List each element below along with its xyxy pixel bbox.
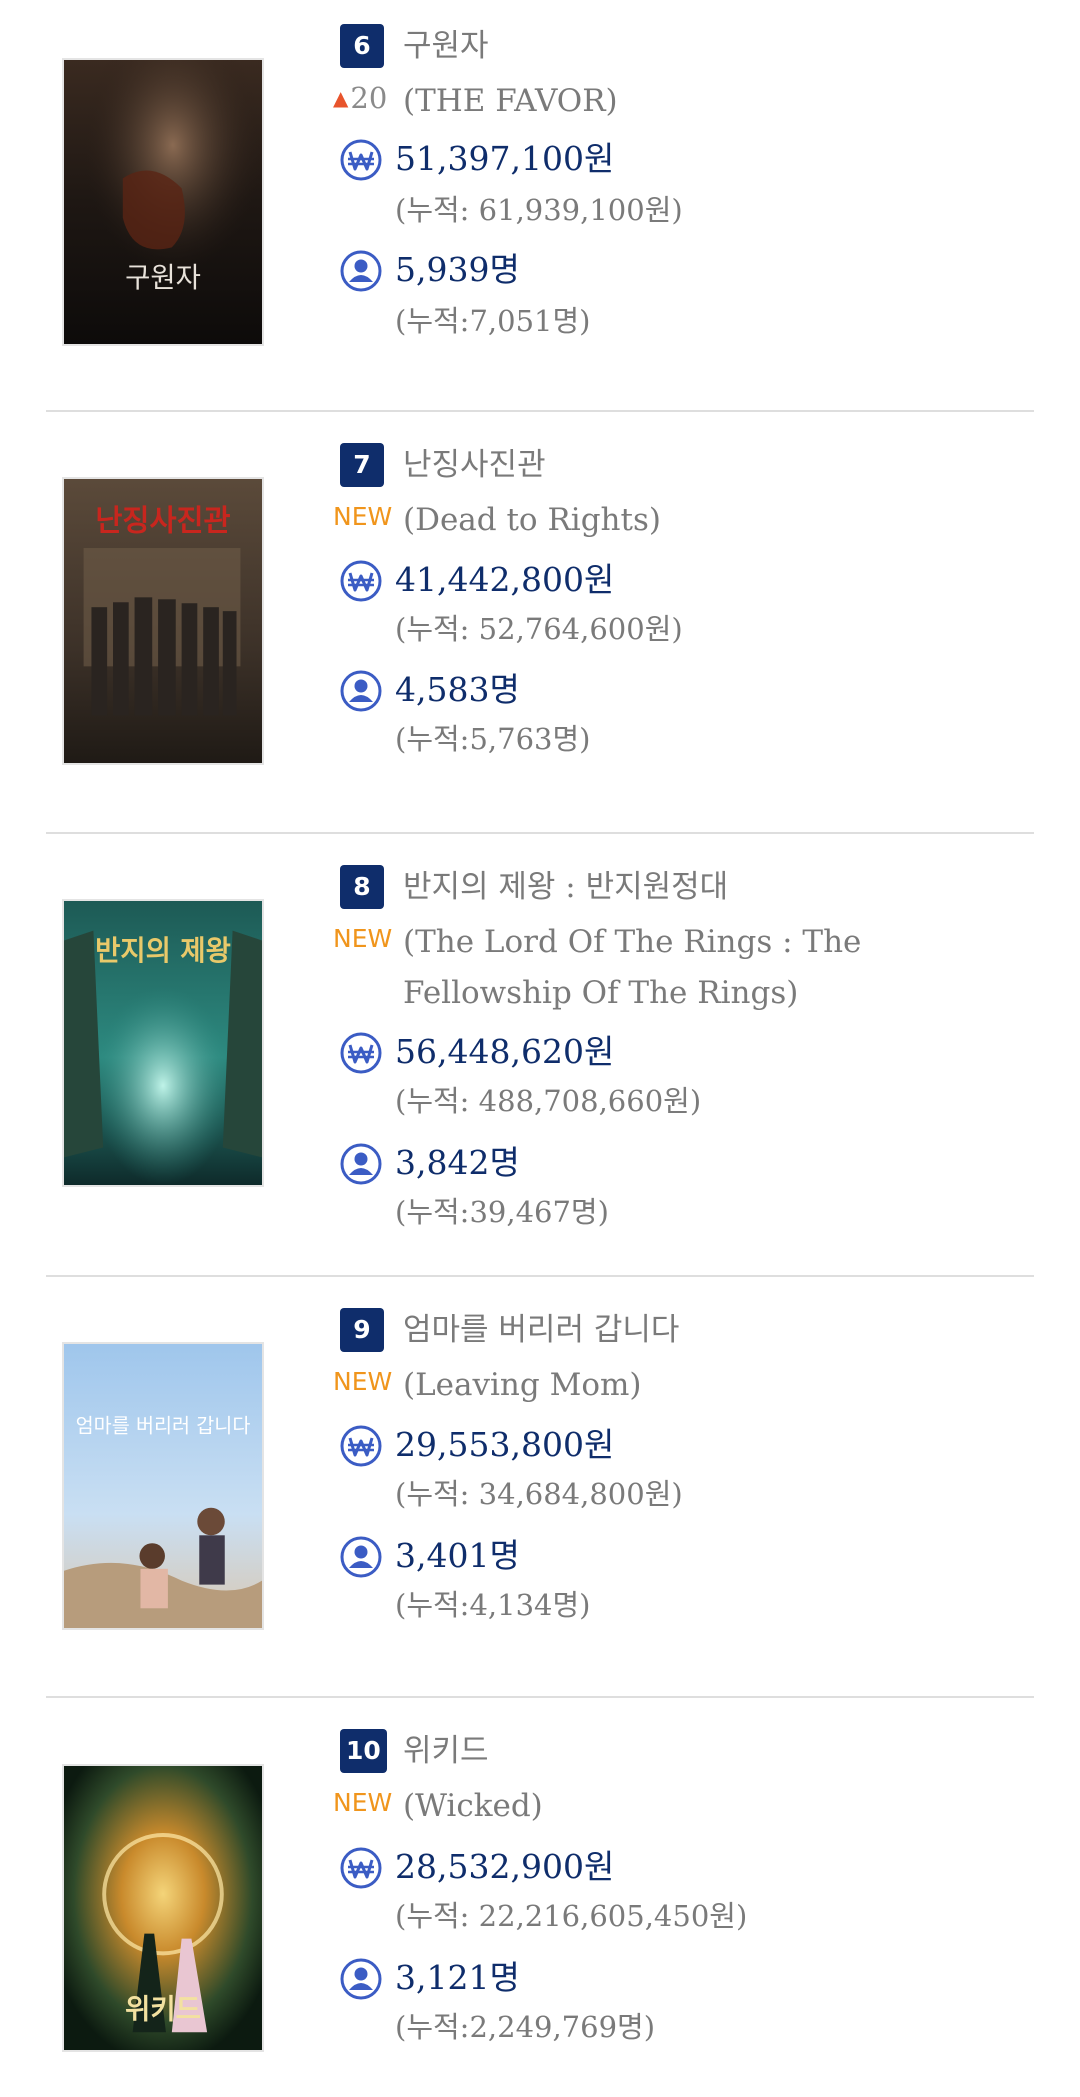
arrow-up-icon: ▲ [333, 86, 349, 110]
won-coin-icon [339, 1424, 383, 1468]
rank-badge: 7 [340, 443, 384, 487]
rank-badge: 9 [340, 1308, 384, 1352]
poster-title: 난징사진관 [95, 503, 230, 537]
poster-title: 위키드 [125, 1993, 201, 2025]
movie-title-english: (Leaving Mom) [403, 1367, 642, 1403]
daily-revenue: 28,532,900원 [395, 1847, 615, 1886]
cumulative-audience: (누적:2,249,769명) [395, 2010, 656, 2044]
movie-title-english: (Wicked) [403, 1788, 543, 1824]
new-badge: NEW [333, 924, 393, 953]
movie-title-korean[interactable]: 위키드 [403, 1729, 489, 1773]
won-coin-icon [339, 138, 383, 182]
person-icon [339, 1142, 383, 1186]
list-item[interactable]: 난징사진관 7 난징사진관 NEW (Dead to Rights) 41,44… [0, 420, 1080, 832]
new-badge: NEW [333, 1788, 393, 1817]
divider [46, 1275, 1034, 1277]
daily-audience: 5,939명 [395, 250, 520, 289]
rank-badge: 10 [340, 1729, 387, 1773]
movie-title-korean[interactable]: 엄마를 버리러 갑니다 [403, 1308, 679, 1352]
cumulative-revenue: (누적: 488,708,660원) [395, 1084, 702, 1118]
movie-title-english: (Dead to Rights) [403, 502, 661, 538]
won-coin-icon [339, 1031, 383, 1075]
new-badge: NEW [333, 1367, 393, 1396]
daily-revenue: 56,448,620원 [395, 1032, 615, 1071]
person-icon [339, 1535, 383, 1579]
daily-revenue: 51,397,100원 [395, 139, 615, 178]
cumulative-revenue: (누적: 22,216,605,450원) [395, 1899, 748, 1933]
person-icon [339, 1957, 383, 2001]
divider [46, 832, 1034, 834]
list-item[interactable]: 구원자 6 구원자 ▲20 (THE FAVOR) 51,397,100원 (누… [0, 0, 1080, 412]
list-item[interactable]: 엄마를 버리러 갑니다 9 엄마를 버리러 갑니다 NEW (Leaving M… [0, 1285, 1080, 1697]
rank-change: ▲20 [333, 81, 388, 115]
cumulative-revenue: (누적: 52,764,600원) [395, 612, 683, 646]
cumulative-audience: (누적:39,467명) [395, 1195, 609, 1229]
cumulative-revenue: (누적: 61,939,100원) [395, 193, 683, 227]
cumulative-audience: (누적:5,763명) [395, 722, 591, 756]
list-item[interactable]: 위키드 10 위키드 NEW (Wicked) 28,532,900원 (누적:… [0, 1706, 1080, 2097]
movie-title-korean[interactable]: 난징사진관 [403, 443, 546, 487]
movie-poster[interactable]: 구원자 [62, 58, 264, 346]
movie-title-korean[interactable]: 구원자 [403, 24, 489, 68]
cumulative-audience: (누적:7,051명) [395, 304, 591, 338]
daily-revenue: 29,553,800원 [395, 1425, 615, 1464]
movie-poster[interactable]: 엄마를 버리러 갑니다 [62, 1342, 264, 1630]
won-coin-icon [339, 1846, 383, 1890]
movie-poster[interactable]: 반지의 제왕 [62, 899, 264, 1187]
cumulative-revenue: (누적: 34,684,800원) [395, 1477, 683, 1511]
poster-title: 반지의 제왕 [95, 935, 231, 967]
movie-title-english: (THE FAVOR) [403, 83, 618, 119]
daily-audience: 4,583명 [395, 670, 520, 709]
movie-poster[interactable]: 위키드 [62, 1764, 264, 2052]
poster-title: 엄마를 버리러 갑니다 [76, 1415, 251, 1438]
poster-title: 구원자 [125, 262, 201, 294]
list-item[interactable]: 반지의 제왕 8 반지의 제왕 : 반지원정대 NEW (The Lord Of… [0, 842, 1080, 1274]
movie-poster[interactable]: 난징사진관 [62, 477, 264, 765]
movie-title-english: (The Lord Of The Rings : The Fellowship … [403, 924, 862, 1011]
movie-title-korean[interactable]: 반지의 제왕 : 반지원정대 [403, 865, 728, 909]
cumulative-audience: (누적:4,134명) [395, 1588, 591, 1622]
divider [46, 1696, 1034, 1698]
rank-badge: 8 [340, 865, 384, 909]
rank-badge: 6 [340, 24, 384, 68]
daily-audience: 3,121명 [395, 1958, 520, 1997]
person-icon [339, 669, 383, 713]
won-coin-icon [339, 559, 383, 603]
daily-audience: 3,401명 [395, 1536, 520, 1575]
daily-revenue: 41,442,800원 [395, 560, 615, 599]
new-badge: NEW [333, 502, 393, 531]
divider [46, 410, 1034, 412]
person-icon [339, 249, 383, 293]
daily-audience: 3,842명 [395, 1143, 520, 1182]
